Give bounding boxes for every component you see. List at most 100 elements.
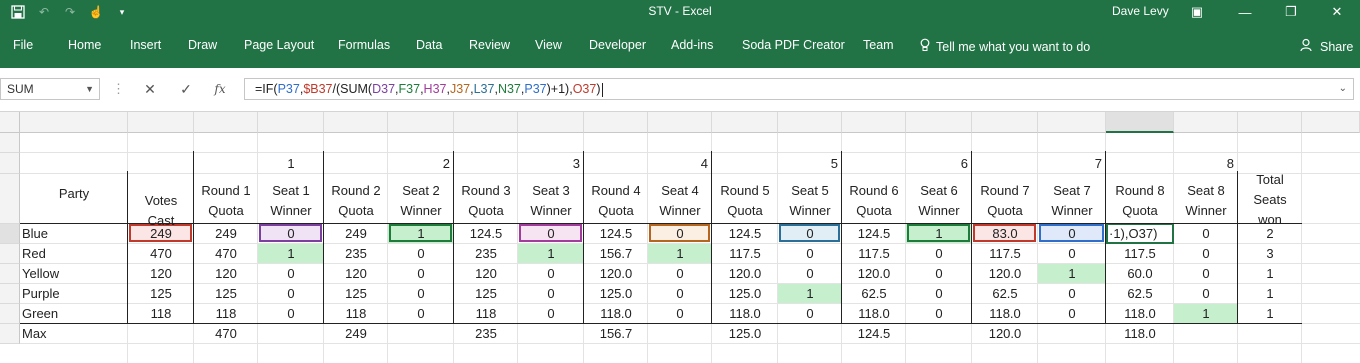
spreadsheet-grid[interactable]: 1 2 3 4 5 6 7 8 Party Votes Cast Round 1 Quota Seat 1…: [0, 112, 1360, 363]
user-name[interactable]: Dave Levy: [1112, 4, 1169, 18]
round-header: Seat 3 Winner: [518, 181, 584, 221]
max-label: Max: [22, 326, 47, 341]
tab-insert[interactable]: Insert: [130, 38, 161, 52]
tab-file[interactable]: File: [13, 38, 33, 52]
data-cell: 118: [150, 306, 172, 321]
enter-check-icon[interactable]: ✓: [176, 79, 196, 99]
tab-view[interactable]: View: [535, 38, 562, 52]
data-cell: 118.0: [600, 306, 632, 321]
data-cell: 0: [676, 226, 684, 241]
data-cell: 1: [1266, 266, 1274, 281]
row-header-37[interactable]: [0, 224, 20, 244]
minimize-button[interactable]: —: [1222, 0, 1268, 24]
formula-token: F37: [398, 82, 421, 96]
column-header-h[interactable]: [518, 112, 584, 133]
column-header-g[interactable]: [454, 112, 518, 133]
tab-page-layout[interactable]: Page Layout: [244, 38, 314, 52]
header-line: Winner: [1185, 203, 1227, 218]
row-header-42[interactable]: [0, 324, 20, 344]
column-header-j[interactable]: [648, 112, 712, 133]
row-header-35[interactable]: [0, 153, 20, 174]
column-header-a[interactable]: [20, 112, 128, 133]
column-header-t[interactable]: [1302, 112, 1360, 133]
max-cell: 125.0: [728, 326, 762, 341]
data-cell: 83.0: [992, 226, 1018, 241]
party-name: Green: [22, 306, 59, 321]
data-cell: 124.5: [469, 226, 503, 241]
close-button[interactable]: ✕: [1314, 0, 1360, 24]
column-header-l[interactable]: [778, 112, 842, 133]
header-line: Winner: [1051, 203, 1093, 218]
row-header-40[interactable]: [0, 284, 20, 304]
name-box[interactable]: SUM ▼: [0, 78, 100, 100]
cancel-icon[interactable]: ✕: [140, 79, 160, 99]
formula-input[interactable]: =IF(P37,$B37/(SUM(D37,F37,H37,J37,L37,N3…: [244, 78, 1354, 100]
round-header: Round 4 Quota: [584, 181, 648, 221]
insert-function-icon[interactable]: fx: [210, 79, 230, 99]
party-header: Party: [58, 186, 90, 201]
header-line: Quota: [468, 203, 504, 218]
tab-team[interactable]: Team: [863, 38, 894, 52]
tell-me-box[interactable]: Tell me what you want to do: [920, 38, 1090, 55]
select-all-corner[interactable]: [0, 112, 20, 133]
chevron-down-icon[interactable]: ▼: [85, 79, 94, 99]
column-header-s[interactable]: [1238, 112, 1302, 133]
data-cell: 125: [345, 286, 367, 301]
share-label: Share: [1320, 39, 1354, 54]
column-header-q[interactable]: [1106, 112, 1174, 133]
data-cell: 120: [150, 266, 172, 281]
column-header-d[interactable]: [258, 112, 324, 133]
tab-developer[interactable]: Developer: [589, 38, 646, 52]
header-line: Winner: [789, 203, 831, 218]
formula-token: /(SUM(: [332, 82, 373, 96]
splitter-dots-icon[interactable]: ⋮: [112, 81, 125, 97]
row-header-41[interactable]: [0, 304, 20, 324]
data-cell: 3: [1266, 246, 1274, 261]
column-header-k[interactable]: [712, 112, 778, 133]
tab-formulas[interactable]: Formulas: [338, 38, 390, 52]
round-header: Seat 7 Winner: [1038, 181, 1106, 221]
formula-token: O37: [572, 82, 597, 96]
header-line: Seat 1: [272, 183, 310, 198]
column-header-b[interactable]: [128, 112, 194, 133]
header-line: Seat 7: [1053, 183, 1091, 198]
tab-review[interactable]: Review: [469, 38, 510, 52]
column-header-i[interactable]: [584, 112, 648, 133]
data-cell: 1: [287, 246, 295, 261]
column-header-o[interactable]: [972, 112, 1038, 133]
tab-add-ins[interactable]: Add-ins: [671, 38, 713, 52]
tab-home[interactable]: Home: [68, 38, 101, 52]
formula-text: =IF(P37,$B37/(SUM(D37,F37,H37,J37,L37,N3…: [255, 82, 601, 96]
round-number: 8: [1226, 156, 1234, 171]
formula-token: L37: [473, 82, 495, 96]
column-header-e[interactable]: [324, 112, 388, 133]
header-line: Winner: [270, 203, 312, 218]
row-header-34[interactable]: [0, 133, 20, 153]
row-header-39[interactable]: [0, 264, 20, 284]
column-header-f[interactable]: [388, 112, 454, 133]
formula-token: N37: [497, 82, 521, 96]
tab-soda-pdf[interactable]: Soda PDF Creator: [742, 38, 845, 52]
restore-button[interactable]: ❐: [1268, 0, 1314, 24]
row-header-38[interactable]: [0, 244, 20, 264]
data-cell: 0: [417, 306, 425, 321]
column-header-m[interactable]: [842, 112, 906, 133]
column-header-r[interactable]: [1174, 112, 1238, 133]
row-header-36[interactable]: [0, 174, 20, 224]
tab-draw[interactable]: Draw: [188, 38, 217, 52]
person-icon: [1300, 38, 1314, 55]
data-cell: 0: [935, 286, 943, 301]
column-header-n[interactable]: [906, 112, 972, 133]
formula-token: P37: [277, 82, 300, 96]
data-cell: 0: [1202, 246, 1210, 261]
data-cell: 1: [1266, 306, 1274, 321]
header-line: Quota: [338, 203, 374, 218]
ribbon-display-options-icon[interactable]: ▣: [1174, 0, 1220, 24]
data-cell: 0: [547, 266, 555, 281]
column-header-p[interactable]: [1038, 112, 1106, 133]
tab-data[interactable]: Data: [416, 38, 442, 52]
data-cell: 0: [676, 286, 684, 301]
column-header-c[interactable]: [194, 112, 258, 133]
expand-formula-icon[interactable]: ⌄: [1339, 79, 1347, 99]
share-button[interactable]: Share: [1300, 38, 1353, 55]
